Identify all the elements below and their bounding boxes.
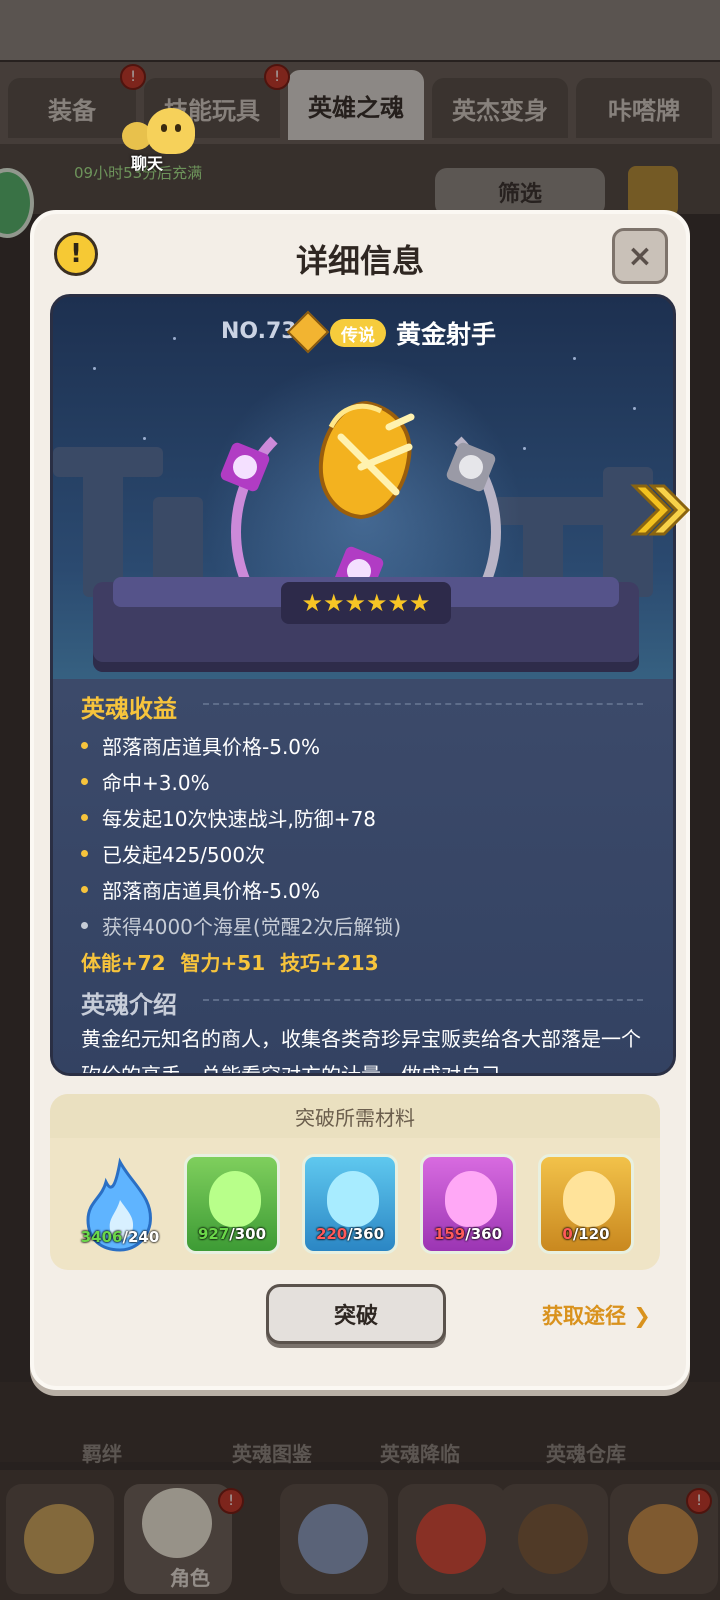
hero-number: NO.73 [221, 319, 297, 344]
hero-card: NO.73 传说 黄金射手 ★★★★★★ 英魂收益 部落商店道具价格-5.0% … [50, 294, 676, 1076]
benefit-item: 部落商店道具价格-5.0% [81, 875, 320, 904]
close-icon[interactable]: × [612, 228, 668, 284]
star-rating: ★★★★★★ [281, 582, 451, 624]
sky-star [573, 357, 576, 360]
material-gold-essence[interactable]: 0/120 [538, 1154, 634, 1254]
sky-star [173, 337, 176, 340]
gold-essence-icon [563, 1171, 615, 1227]
benefit-item: 命中+3.0% [81, 767, 210, 796]
sky-star [523, 447, 526, 450]
breakthrough-button[interactable]: 突破 [266, 1284, 446, 1344]
next-chevron-icon[interactable] [628, 478, 692, 542]
sky-star [93, 367, 96, 370]
class-diamond-icon [286, 310, 330, 354]
benefit-item: 部落商店道具价格-5.0% [81, 731, 320, 760]
benefit-item: 每发起10次快速战斗,防御+78 [81, 803, 376, 832]
material-purple-essence[interactable]: 159/360 [420, 1154, 516, 1254]
material-blue-essence[interactable]: 220/360 [302, 1154, 398, 1254]
hero-name: 黄金射手 [396, 320, 497, 349]
sky-star [143, 437, 146, 440]
golden-archer-soul-icon [318, 400, 415, 520]
info-panel: 英魂收益 部落商店道具价格-5.0% 命中+3.0% 每发起10次快速战斗,防御… [53, 679, 673, 1076]
materials-panel: 突破所需材料 3406/240 927/300 220/360 159/360 … [50, 1094, 660, 1270]
modal-title: 详细信息 [295, 242, 424, 280]
chat-face-icon[interactable] [147, 108, 195, 154]
divider [203, 999, 643, 1001]
purple-essence-icon [445, 1171, 497, 1227]
chat-label[interactable]: 聊天 [131, 150, 163, 174]
benefits-title: 英魂收益 [81, 695, 177, 723]
detail-modal: ! 详细信息 × NO.73 传说 黄金射手 ★★★★★★ 英魂收益 部落商店道… [30, 210, 690, 1390]
intro-text: 黄金纪元知名的商人，收集各类奇珍异宝贩卖给各大部落是一个砍价的高手，总能看穿对方… [81, 1027, 641, 1076]
material-blue-flame[interactable]: 3406/240 [72, 1154, 168, 1254]
material-green-essence[interactable]: 927/300 [184, 1154, 280, 1254]
green-essence-icon [209, 1171, 261, 1227]
obtain-source-link[interactable]: 获取途径 ❯ [542, 1300, 651, 1330]
blue-essence-icon [327, 1171, 379, 1227]
attribute-stats: 体能+72 智力+51 技巧+213 [81, 951, 379, 975]
benefit-item: 已发起425/500次 [81, 839, 265, 868]
materials-title: 突破所需材料 [50, 1094, 660, 1138]
rarity-badge: 传说 [330, 319, 386, 347]
intro-title: 英魂介绍 [81, 991, 177, 1019]
benefit-item-locked: 获得4000个海星(觉醒2次后解锁) [81, 911, 401, 940]
divider [203, 703, 643, 705]
sky-star [633, 407, 636, 410]
